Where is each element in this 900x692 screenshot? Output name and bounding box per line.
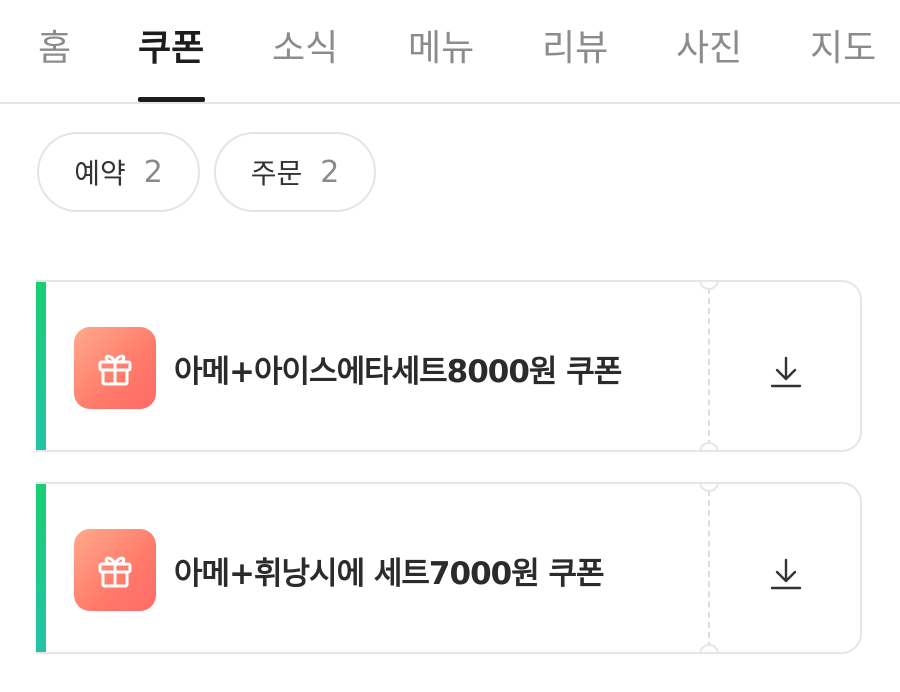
download-icon [770, 558, 802, 590]
coupon-title: 아메+휘낭시에 세트7000원 쿠폰 [174, 556, 605, 592]
coupon-notch [699, 442, 719, 450]
coupon-card: 아메+휘낭시에 세트7000원 쿠폰 [36, 482, 862, 654]
filter-chip-order[interactable]: 주문 2 [214, 132, 376, 212]
coupon-notch [699, 644, 719, 652]
coupon-notch [699, 484, 719, 492]
coupon-divider [708, 490, 710, 648]
coupon-notch [699, 282, 719, 290]
download-coupon-button[interactable] [752, 348, 820, 396]
coupon-divider [708, 288, 710, 446]
tab-home[interactable]: 홈 [38, 26, 71, 72]
gift-icon [74, 529, 156, 611]
filter-chip-label: 주문 [250, 157, 303, 190]
tab-map[interactable]: 지도 [810, 26, 876, 72]
coupon-accent-bar [36, 484, 46, 652]
tab-photos[interactable]: 사진 [676, 26, 742, 72]
download-coupon-button[interactable] [752, 550, 820, 598]
tab-news[interactable]: 소식 [272, 26, 338, 72]
filter-chip-count: 2 [320, 154, 340, 190]
tab-coupons[interactable]: 쿠폰 [138, 26, 204, 72]
coupon-accent-bar [36, 282, 46, 450]
gift-icon [74, 327, 156, 409]
download-icon [770, 356, 802, 388]
coupon-title: 아메+아이스에타세트8000원 쿠폰 [174, 354, 622, 390]
filter-chip-reservation[interactable]: 예약 2 [37, 132, 200, 212]
active-tab-indicator [138, 97, 205, 102]
tab-menu[interactable]: 메뉴 [408, 26, 474, 72]
filter-chip-label: 예약 [74, 157, 126, 190]
filter-chip-count: 2 [143, 154, 163, 190]
tab-bar: 홈 쿠폰 소식 메뉴 리뷰 사진 지도 [0, 0, 900, 104]
tab-reviews[interactable]: 리뷰 [542, 26, 608, 72]
coupon-card: 아메+아이스에타세트8000원 쿠폰 [36, 280, 862, 452]
